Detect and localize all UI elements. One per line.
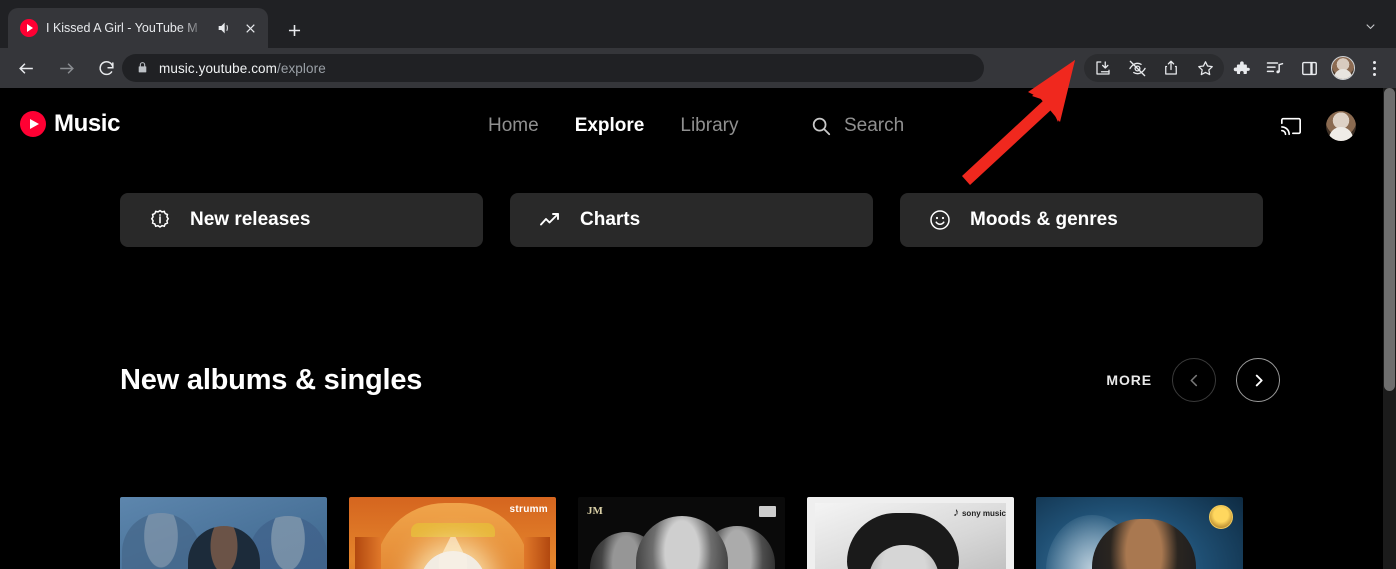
url-host: music.youtube.com [159,60,277,76]
new-releases-badge-icon [148,208,172,232]
shelf-title: New albums & singles [120,363,423,396]
nav-item-home[interactable]: Home [470,115,557,137]
shelf-actions: MORE [1106,356,1280,404]
reload-icon[interactable] [92,54,120,82]
album-card-row: MAGICAL strumm JM [120,497,1243,569]
more-button[interactable]: MORE [1106,372,1152,388]
nav-item-explore[interactable]: Explore [557,115,663,137]
album-art-brand: JM [587,505,603,517]
explore-chip-row: New releases Charts Moods & genres [120,193,1263,247]
close-icon[interactable] [240,18,260,38]
speaker-playing-icon[interactable] [216,20,232,36]
extensions-puzzle-icon[interactable] [1224,51,1258,85]
album-card-faces[interactable]: JM [578,497,785,569]
url-path: /explore [277,60,326,76]
media-playlist-icon[interactable] [1258,51,1292,85]
browser-toolbar: music.youtube.com/explore [0,48,1396,88]
toolbar-pill-group [1084,54,1224,82]
new-tab-button[interactable] [280,16,308,44]
page-scrollbar-thumb[interactable] [1384,88,1395,391]
search-label: Search [844,115,905,136]
chip-charts[interactable]: Charts [510,193,873,247]
album-art-figure [187,525,260,569]
user-avatar[interactable] [1326,111,1356,141]
three-dot-menu-icon[interactable] [1360,51,1388,85]
album-art-label-mark [1209,505,1233,529]
cast-icon[interactable] [1278,115,1304,137]
lock-icon [136,61,149,76]
side-panel-icon[interactable] [1292,51,1326,85]
album-card-retro-singer[interactable]: sony music [807,497,1014,569]
bookmark-star-icon[interactable] [1188,51,1222,85]
album-art-brand: strumm [509,504,548,515]
share-icon[interactable] [1154,51,1188,85]
address-bar-url: music.youtube.com/explore [159,61,326,76]
chip-label: Charts [580,209,641,230]
back-arrow-icon[interactable] [12,54,40,82]
forward-arrow-icon[interactable] [52,54,80,82]
browser-tab[interactable]: I Kissed A Girl - YouTube M [8,8,268,48]
address-bar[interactable]: music.youtube.com/explore [122,54,984,82]
app-header-right [1278,88,1356,164]
browser-tab-title: I Kissed A Girl - YouTube M [46,21,198,35]
app-nav: Home Explore Library [470,88,756,164]
chip-label: Moods & genres [970,209,1118,230]
toolbar-actions [1084,48,1388,88]
smiley-face-icon [928,208,952,232]
profile-avatar[interactable] [1326,51,1360,85]
album-card-magical[interactable]: MAGICAL [120,497,327,569]
screenshot-root: I Kissed A Girl - YouTube M music.youtub… [0,0,1396,569]
album-card-blue-portrait[interactable] [1036,497,1243,569]
chip-new-releases[interactable]: New releases [120,193,483,247]
album-art-crown [410,522,495,537]
shelf-header: New albums & singles MORE [120,356,1280,404]
album-art-column [524,537,550,569]
youtube-music-logo-text: Music [54,110,121,137]
youtube-music-page: Music Home Explore Library Search New re… [0,88,1396,569]
page-scrollbar[interactable] [1383,88,1396,569]
album-art-column [355,537,381,569]
chip-moods-genres[interactable]: Moods & genres [900,193,1263,247]
chevron-down-icon[interactable] [1358,16,1382,36]
chevron-right-icon[interactable] [1236,358,1280,402]
album-card-devotional[interactable]: strumm [349,497,556,569]
search-control[interactable]: Search [810,88,904,164]
album-art-figure [249,516,327,569]
album-art-brand: sony music [953,505,1006,519]
chip-label: New releases [190,209,311,230]
youtube-music-favicon [20,19,38,37]
youtube-music-logo[interactable]: Music [20,110,120,138]
trending-up-icon [538,208,562,232]
browser-tab-strip: I Kissed A Girl - YouTube M [0,0,1396,48]
youtube-music-logo-icon [20,111,46,137]
search-icon[interactable] [810,115,832,137]
app-header: Music Home Explore Library Search [0,88,1383,164]
install-app-icon[interactable] [1086,51,1120,85]
nav-item-library[interactable]: Library [662,115,756,137]
chevron-left-icon[interactable] [1172,358,1216,402]
album-art-figure [635,516,728,569]
album-art-label-mark [759,506,776,517]
eye-off-icon[interactable] [1120,51,1154,85]
